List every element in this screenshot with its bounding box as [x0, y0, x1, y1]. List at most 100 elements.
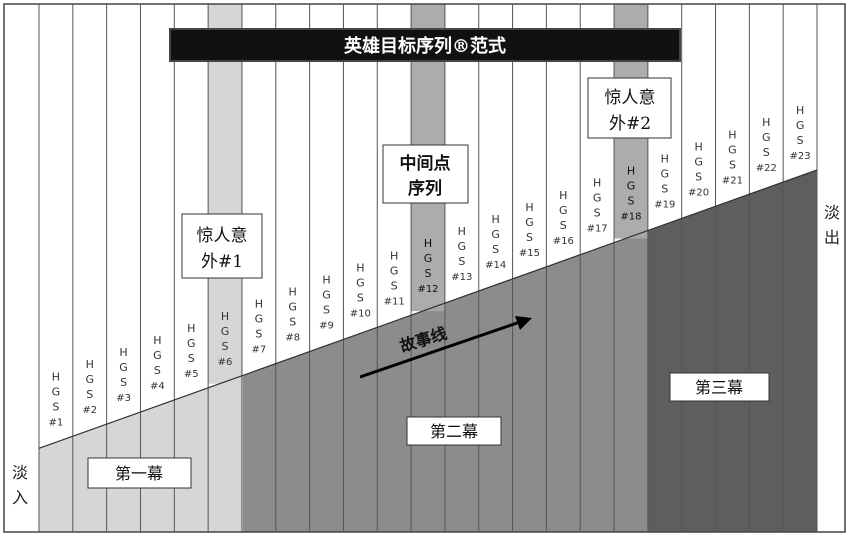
hgs-number: #8 [285, 333, 300, 344]
hgs-letter: G [694, 155, 703, 168]
hgs-number: #1 [49, 417, 64, 428]
act-1-region [39, 375, 243, 532]
hgs-letter: G [796, 119, 805, 132]
hgs-letter: H [728, 128, 736, 141]
hgs-letter: G [153, 349, 162, 362]
hgs-letter: G [593, 192, 602, 205]
hgs-letter: S [594, 207, 601, 220]
fade-out-char-1: 淡 [824, 203, 840, 222]
hgs-label-2: HGS #2 [82, 358, 97, 416]
hgs-letter: S [627, 195, 634, 208]
hgs-label-7: HGS #7 [251, 298, 266, 356]
hgs-letter: G [458, 240, 467, 253]
hgs-letter: G [322, 288, 331, 301]
hgs-letter: G [52, 385, 61, 398]
hgs-letter: G [762, 131, 771, 144]
hgs-letter: G [119, 361, 128, 374]
hgs-letter: H [187, 322, 195, 335]
hgs-letter: H [153, 334, 161, 347]
hgs-letter: H [762, 116, 770, 129]
hgs-letter: S [86, 388, 93, 401]
hgs-letter: S [222, 340, 229, 353]
hgs-letter: H [796, 104, 804, 117]
hgs-letter: G [559, 204, 568, 217]
hgs-letter: H [86, 358, 94, 371]
hgs-letter: H [322, 273, 330, 286]
hgs-label-16: HGS #16 [553, 189, 574, 247]
hgs-label-17: HGS #17 [587, 177, 608, 235]
hgs-letter: S [289, 316, 296, 329]
hgs-number: #19 [654, 199, 675, 210]
hgs-letter: S [661, 182, 668, 195]
hgs-label-21: HGS #21 [722, 128, 743, 186]
hgs-letter: G [356, 276, 365, 289]
hgs-letter: S [695, 170, 702, 183]
hgs-letter: H [593, 177, 601, 190]
hgs-label-10: HGS #10 [350, 261, 371, 319]
hgs-letter: H [458, 225, 466, 238]
hgs-label-3: HGS #3 [116, 346, 131, 404]
hgs-letter: S [52, 400, 59, 413]
hgs-label-23: HGS #23 [790, 104, 811, 162]
hgs-number: #14 [485, 260, 506, 271]
hgs-letter: G [661, 167, 670, 180]
surprise-1-line-1: 惊人意 [197, 226, 248, 246]
hgs-letter: S [458, 255, 465, 268]
hgs-letter: H [356, 261, 364, 274]
act-3-region [648, 170, 817, 532]
hgs-number: #6 [218, 357, 233, 368]
hgs-letter: S [188, 352, 195, 365]
hgs-letter: G [187, 337, 196, 350]
hgs-letter: G [728, 143, 737, 156]
hgs-label-15: HGS #15 [519, 201, 540, 259]
hgs-number: #16 [553, 236, 574, 247]
hgs-number: #23 [790, 151, 811, 162]
hgs-label-9: HGS #9 [319, 273, 334, 331]
act-3-label: 第三幕 [695, 378, 743, 397]
hgs-letter: H [694, 140, 702, 153]
hgs-letter: G [424, 252, 433, 265]
hgs-letter: G [85, 373, 94, 386]
hgs-letter: H [221, 310, 229, 323]
hgs-letter: S [120, 376, 127, 389]
hgs-number: #18 [620, 212, 641, 223]
hgs-number: #4 [150, 381, 165, 392]
hgs-letter: S [391, 279, 398, 292]
diagram-title: 英雄目标序列®范式 [343, 35, 506, 57]
hgs-number: #22 [756, 163, 777, 174]
act-2-region [243, 230, 648, 533]
hgs-letter: S [492, 243, 499, 256]
fade-out-char-2: 出 [824, 228, 840, 247]
hgs-label-5: HGS #5 [184, 322, 199, 380]
hgs-number: #3 [116, 393, 131, 404]
act-1-label: 第一幕 [115, 464, 163, 483]
hgs-letter: S [797, 134, 804, 147]
hgs-number: #2 [82, 405, 97, 416]
hgs-label-19: HGS #19 [654, 152, 675, 210]
hgs-letter: H [119, 346, 127, 359]
hgs-number: #17 [587, 224, 608, 235]
hgs-letter: H [424, 237, 432, 250]
hgs-letter: H [627, 165, 635, 178]
hgs-letter: S [425, 267, 432, 280]
hgs-letter: H [559, 189, 567, 202]
act-2-label: 第二幕 [430, 422, 478, 441]
hgs-letter: S [323, 303, 330, 316]
hgs-letter: S [154, 364, 161, 377]
midpoint-line-2: 序列 [408, 178, 442, 199]
hgs-number: #5 [184, 369, 199, 380]
hgs-label-13: HGS #13 [451, 225, 472, 283]
hgs-letter: H [255, 298, 263, 311]
hero-goal-sequence-diagram: H G S #1 H G S #2 H G S #3 H G S #4 H G S #5 H G S #6 H G S #7 H G S #8… [0, 0, 849, 534]
hgs-label-4: HGS #4 [150, 334, 165, 392]
hgs-letter: H [525, 201, 533, 214]
hgs-letter: S [560, 219, 567, 232]
hgs-letter: H [390, 249, 398, 262]
hgs-number: #12 [417, 284, 438, 295]
hgs-letter: G [491, 228, 500, 241]
hgs-label-20: HGS #20 [688, 140, 709, 198]
hgs-number: #13 [451, 272, 472, 283]
hgs-number: #11 [384, 296, 405, 307]
hgs-letter: S [255, 328, 262, 341]
midpoint-line-1: 中间点 [400, 153, 451, 174]
